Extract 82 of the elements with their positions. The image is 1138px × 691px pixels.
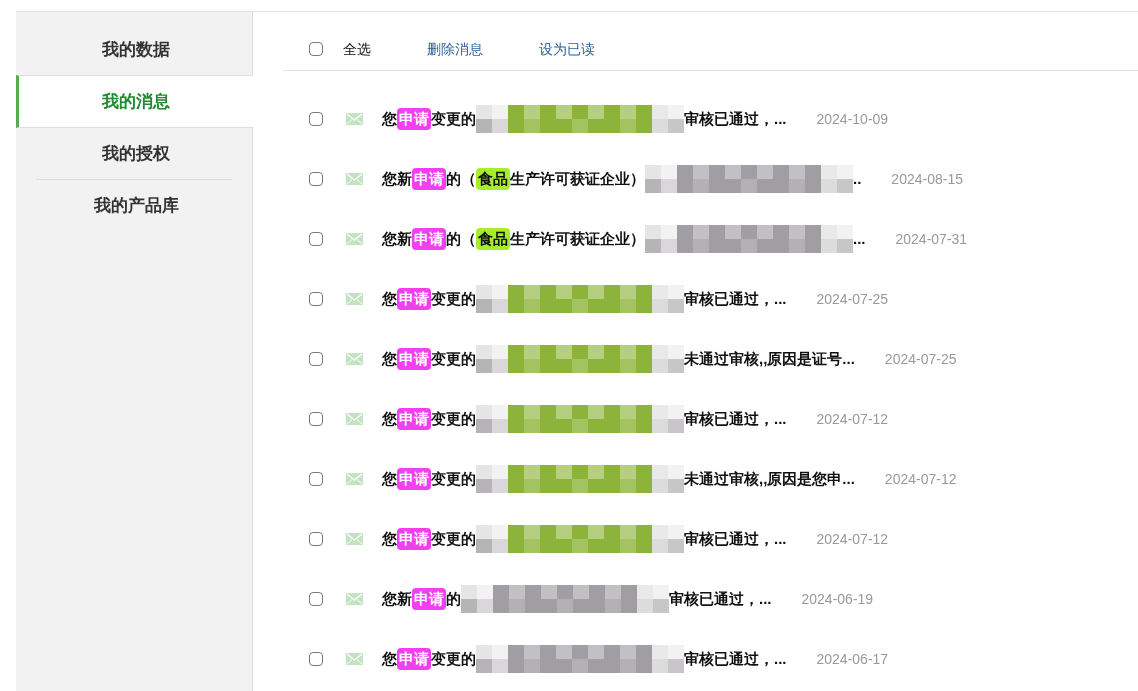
row-checkbox[interactable]: [309, 592, 323, 606]
message-text: 审核已通过，...: [684, 408, 787, 429]
message-text: 您: [382, 348, 397, 369]
highlighted-text: 申请: [397, 647, 431, 671]
message-text: 变更的: [431, 408, 476, 429]
message-text: 审核已通过，...: [684, 288, 787, 309]
row-checkbox[interactable]: [309, 112, 323, 126]
sidebar-item[interactable]: 我的授权: [16, 128, 253, 179]
message-date: 2024-07-12: [884, 469, 957, 489]
message-text: 您: [382, 408, 397, 429]
message-text: 变更的: [431, 468, 476, 489]
message-text: ..: [853, 168, 862, 189]
message-text: 的（: [446, 168, 476, 189]
envelope-icon: [346, 413, 363, 425]
highlighted-text: 申请: [397, 467, 431, 491]
message-text: 您新: [382, 228, 412, 249]
sidebar-item[interactable]: 我的消息: [16, 75, 253, 128]
message-text: 审核已通过，...: [684, 528, 787, 549]
envelope-icon: [346, 533, 363, 545]
message-date: 2024-07-25: [884, 349, 957, 369]
row-checkbox[interactable]: [309, 172, 323, 186]
envelope-icon: [346, 473, 363, 485]
envelope-icon: [346, 113, 363, 125]
row-checkbox[interactable]: [309, 532, 323, 546]
message-text: 生产许可获证企业）: [510, 228, 645, 249]
toolbar-link[interactable]: 删除消息: [427, 38, 483, 60]
message-text: 未通过审核,,原因是您申...: [684, 468, 855, 489]
highlighted-text: 食品: [476, 227, 510, 251]
message-date: 2024-07-12: [816, 529, 889, 549]
highlighted-text: 申请: [397, 527, 431, 551]
highlighted-text: 申请: [397, 107, 431, 131]
message-text: 您: [382, 288, 397, 309]
highlighted-text: 申请: [412, 587, 446, 611]
highlighted-text: 申请: [397, 287, 431, 311]
row-checkbox[interactable]: [309, 292, 323, 306]
message-text: 您: [382, 528, 397, 549]
envelope-icon: [346, 353, 363, 365]
message-text: 变更的: [431, 348, 476, 369]
message-text: 的: [446, 588, 461, 609]
message-text: 您: [382, 468, 397, 489]
envelope-icon: [346, 593, 363, 605]
envelope-icon: [346, 293, 363, 305]
row-checkbox[interactable]: [309, 352, 323, 366]
sidebar-item[interactable]: 我的数据: [16, 24, 253, 75]
message-text: 您: [382, 108, 397, 129]
envelope-icon: [346, 173, 363, 185]
message-text: ...: [853, 228, 866, 249]
message-text: 的（: [446, 228, 476, 249]
row-checkbox[interactable]: [309, 412, 323, 426]
row-checkbox[interactable]: [309, 472, 323, 486]
highlighted-text: 申请: [397, 347, 431, 371]
message-text: 变更的: [431, 108, 476, 129]
message-text: 未通过审核,,原因是证号...: [684, 348, 855, 369]
message-text: 审核已通过，...: [684, 648, 787, 669]
message-text: 您新: [382, 168, 412, 189]
message-text: 您新: [382, 588, 412, 609]
sidebar-item[interactable]: 我的产品库: [16, 180, 253, 231]
message-date: 2024-07-12: [816, 409, 889, 429]
message-date: 2024-07-31: [895, 229, 968, 249]
message-date: 2024-08-15: [891, 169, 963, 189]
message-text: 变更的: [431, 648, 476, 669]
highlighted-text: 申请: [397, 407, 431, 431]
toolbar-link[interactable]: 设为已读: [539, 38, 595, 60]
select-all-label[interactable]: 全选: [343, 38, 371, 60]
envelope-icon: [346, 653, 363, 665]
highlighted-text: 食品: [476, 167, 510, 191]
message-date: 2024-07-25: [816, 289, 889, 309]
message-date: 2024-10-09: [816, 109, 889, 129]
message-text: 生产许可获证企业）: [510, 168, 645, 189]
highlighted-text: 申请: [412, 167, 446, 191]
row-checkbox[interactable]: [309, 652, 323, 666]
message-date: 2024-06-17: [816, 649, 889, 669]
select-all-checkbox[interactable]: [309, 42, 323, 56]
message-text: 变更的: [431, 528, 476, 549]
message-text: 您: [382, 648, 397, 669]
envelope-icon: [346, 233, 363, 245]
highlighted-text: 申请: [412, 227, 446, 251]
row-checkbox[interactable]: [309, 232, 323, 246]
message-text: 审核已通过，...: [684, 108, 787, 129]
message-text: 变更的: [431, 288, 476, 309]
message-date: 2024-06-19: [801, 589, 874, 609]
message-text: 审核已通过，...: [669, 588, 772, 609]
